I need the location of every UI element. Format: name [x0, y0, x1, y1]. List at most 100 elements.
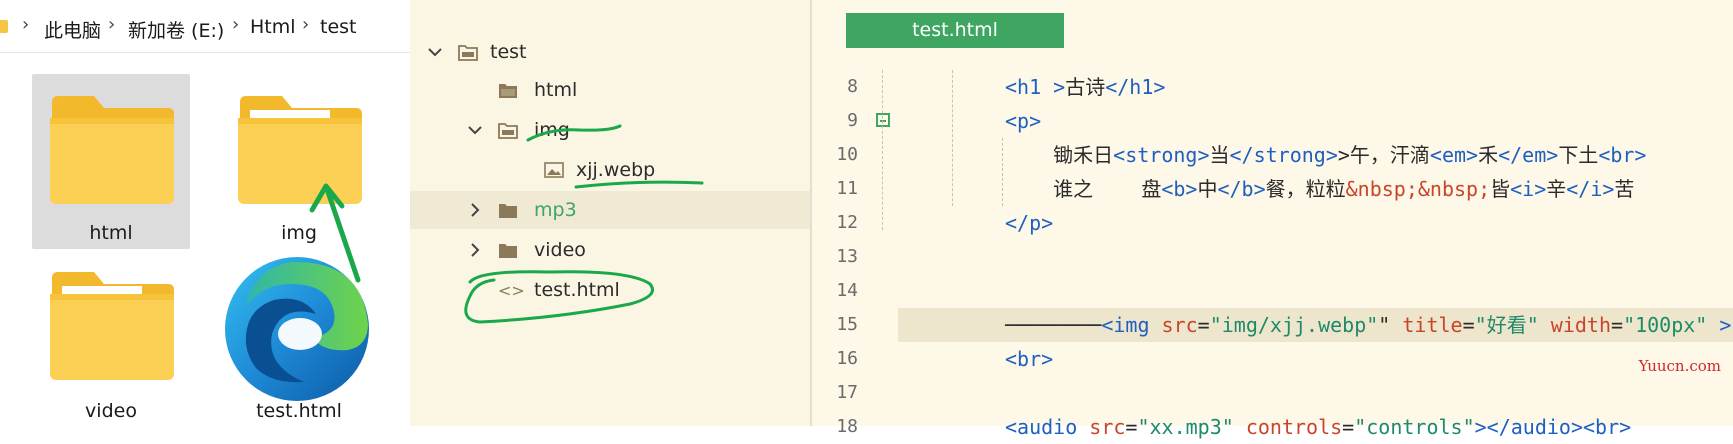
- code-token: <img: [1101, 313, 1150, 337]
- code-text: <h1 >古诗</h1>: [1005, 70, 1165, 104]
- code-token: &nbsp;&nbsp;: [1345, 177, 1491, 201]
- code-token: =: [1611, 313, 1624, 337]
- breadcrumb-item-drive-e[interactable]: 新加卷 (E:): [128, 16, 224, 43]
- breadcrumb-item-html[interactable]: Html: [250, 16, 296, 38]
- image-icon: [544, 162, 564, 178]
- code-line[interactable]: 12 </p>: [812, 206, 1733, 240]
- tree-item-html[interactable]: html: [410, 71, 810, 109]
- tree-item-label: xjj.webp: [576, 159, 656, 181]
- code-token: <br>: [1598, 143, 1647, 167]
- code-token: <strong>: [1113, 143, 1210, 167]
- tree-item-xjj-webp[interactable]: xjj.webp: [410, 151, 810, 189]
- code-token: 苦: [1614, 177, 1635, 201]
- code-token: <h1 >: [1005, 75, 1066, 99]
- breadcrumb-separator: ›: [22, 14, 30, 35]
- code-token: </em>: [1498, 143, 1559, 167]
- code-token: ": [1378, 313, 1403, 337]
- folder-icon: [499, 84, 517, 98]
- code-text: </p>: [1005, 206, 1053, 240]
- code-token: =: [1342, 415, 1355, 439]
- breadcrumb-separator: ›: [232, 14, 240, 35]
- code-text: <audio src="xx.mp3" controls="controls">…: [1005, 410, 1631, 444]
- code-token: >午，汗滴: [1337, 143, 1430, 167]
- folder-icon: [498, 123, 518, 139]
- chevron-right-icon[interactable]: [466, 241, 484, 259]
- folder-icon: [0, 20, 8, 33]
- breadcrumb-item-this-pc[interactable]: 此电脑: [44, 16, 101, 43]
- code-line[interactable]: 8 <h1 >古诗</h1>: [812, 70, 1733, 104]
- tree-item-test[interactable]: test: [410, 33, 810, 71]
- tree-item-label: test.html: [534, 279, 620, 301]
- code-line[interactable]: 17: [812, 376, 1733, 410]
- tree-item-test-html[interactable]: <> test.html: [410, 271, 810, 309]
- line-number: 12: [836, 212, 858, 233]
- code-token: 禾: [1478, 143, 1499, 167]
- line-number: 13: [836, 246, 858, 267]
- code-token: =: [1125, 415, 1138, 439]
- code-token: 古诗: [1065, 75, 1106, 99]
- tree-item-img[interactable]: img: [410, 111, 810, 149]
- code-text: <br>: [1005, 342, 1053, 376]
- code-token: "好看": [1474, 313, 1539, 337]
- code-token: src: [1161, 313, 1198, 337]
- chevron-right-icon[interactable]: [466, 201, 484, 219]
- code-line[interactable]: 11 谁之 盘<b>中</b>餐，粒粒&nbsp;&nbsp;皆<i>辛</i>…: [812, 172, 1733, 206]
- code-token: </h1>: [1105, 75, 1166, 99]
- code-token: 当: [1209, 143, 1230, 167]
- tree-item-mp3[interactable]: mp3: [410, 191, 810, 229]
- code-token: </i>: [1566, 177, 1615, 201]
- code-line[interactable]: 18 <audio src="xx.mp3" controls="controls…: [812, 410, 1733, 444]
- line-number: 9: [847, 110, 858, 131]
- code-token: 中: [1197, 177, 1218, 201]
- watermark: Yuucn.com: [1638, 357, 1721, 375]
- code-editor[interactable]: test.html 8 <h1 >古诗</h1> 9 <p> 10 锄禾日<strong…: [810, 0, 1733, 439]
- code-line[interactable]: 15 ────────<img src="img/xjj.webp"" title…: [836, 308, 1733, 342]
- tree-item-label: mp3: [534, 199, 577, 221]
- code-token: <i>: [1510, 177, 1547, 201]
- code-token: 谁之 盘: [1005, 177, 1162, 201]
- project-file-tree: test html img xjj.webp mp3 video <> test…: [410, 0, 810, 426]
- line-number: 8: [847, 76, 858, 97]
- code-text: 锄禾日<strong>当</strong>>午，汗滴<em>禾</em>下土<b…: [1005, 138, 1646, 172]
- code-text: 谁之 盘<b>中</b>餐，粒粒&nbsp;&nbsp;皆<i>辛</i>苦: [1005, 172, 1634, 206]
- code-token: width: [1550, 313, 1612, 337]
- chevron-down-icon[interactable]: [426, 43, 444, 61]
- annotation-arrow: [309, 183, 361, 283]
- line-number: 10: [836, 144, 858, 165]
- line-number: 16: [836, 348, 858, 369]
- code-token: </p>: [1005, 211, 1054, 235]
- code-token: <p>: [1005, 109, 1042, 133]
- code-token: 皆: [1490, 177, 1511, 201]
- tab-test-html[interactable]: test.html: [846, 13, 1064, 48]
- code-token: ></audio><br>: [1474, 415, 1632, 439]
- code-token: =: [1462, 313, 1475, 337]
- tree-item-label: img: [534, 119, 570, 141]
- code-token: "img/xjj.webp": [1209, 313, 1379, 337]
- breadcrumb-item-test[interactable]: test: [320, 16, 357, 38]
- chevron-down-icon[interactable]: [466, 121, 484, 139]
- code-token: 锄禾日: [1005, 143, 1114, 167]
- folder-icon: [458, 45, 478, 61]
- tree-item-video[interactable]: video: [410, 231, 810, 269]
- file-item-html-folder[interactable]: html: [32, 74, 190, 249]
- code-line[interactable]: 10 锄禾日<strong>当</strong>>午，汗滴<em>禾</em>下…: [812, 138, 1733, 172]
- tree-item-label: test: [490, 41, 527, 63]
- folder-icon: [499, 244, 517, 258]
- code-text: ────────<img src="img/xjj.webp"" title="…: [1005, 308, 1731, 342]
- line-number: 17: [836, 382, 858, 403]
- code-token: </strong>: [1229, 143, 1338, 167]
- line-number: 18: [836, 416, 858, 437]
- code-token: <br>: [1005, 347, 1054, 371]
- code-token: 辛: [1546, 177, 1567, 201]
- folder-icon: [50, 272, 174, 380]
- code-token: </b>: [1217, 177, 1266, 201]
- code-token: >: [1719, 313, 1732, 337]
- file-item-video-folder[interactable]: video: [32, 250, 190, 425]
- code-line[interactable]: 14: [812, 274, 1733, 308]
- code-line[interactable]: 16 <br>: [812, 342, 1733, 376]
- code-token: 餐，粒粒: [1265, 177, 1346, 201]
- code-line[interactable]: 9 <p>: [812, 104, 1733, 138]
- code-line[interactable]: 13: [812, 240, 1733, 274]
